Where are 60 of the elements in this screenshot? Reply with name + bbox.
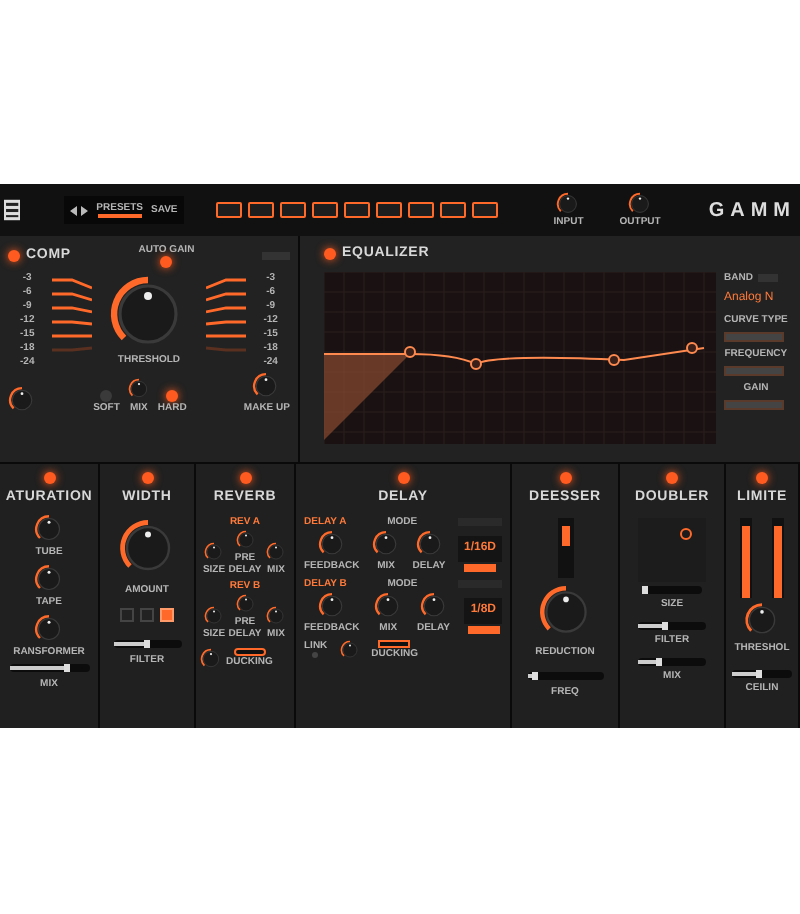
- knob[interactable]: [556, 192, 581, 216]
- knob[interactable]: [317, 529, 346, 557]
- level-meter-icon: [738, 517, 786, 597]
- hard-led[interactable]: [166, 390, 179, 402]
- knob[interactable]: [374, 591, 403, 619]
- sync-button[interactable]: [467, 625, 500, 633]
- slider[interactable]: [638, 657, 706, 665]
- knob[interactable]: [235, 593, 255, 613]
- knob[interactable]: [415, 529, 443, 557]
- power-led[interactable]: [756, 472, 768, 484]
- ducking-toggle[interactable]: [233, 648, 266, 656]
- power-led[interactable]: [397, 472, 409, 484]
- knob[interactable]: [34, 563, 64, 593]
- knob[interactable]: [537, 583, 593, 639]
- power-led[interactable]: [559, 472, 571, 484]
- auto-gain-led[interactable]: [160, 256, 173, 268]
- knob[interactable]: [34, 513, 64, 543]
- knob[interactable]: [200, 647, 222, 669]
- knob[interactable]: [419, 591, 448, 619]
- level-meter-icon: [557, 517, 573, 577]
- knob[interactable]: [127, 378, 150, 400]
- power-led[interactable]: [666, 472, 678, 484]
- module-tab[interactable]: [279, 202, 306, 218]
- power-led[interactable]: [324, 248, 336, 261]
- arrows-icon[interactable]: [70, 205, 89, 215]
- value-field[interactable]: [724, 365, 784, 375]
- value-field[interactable]: [724, 399, 784, 409]
- module-tab[interactable]: [311, 202, 338, 218]
- knob[interactable]: [372, 529, 401, 557]
- knob[interactable]: [8, 386, 36, 414]
- power-led[interactable]: [43, 472, 55, 484]
- module-tab[interactable]: [247, 202, 274, 218]
- knob[interactable]: [204, 541, 224, 561]
- knob[interactable]: [317, 591, 346, 619]
- power-led[interactable]: [141, 472, 153, 484]
- slider[interactable]: [113, 639, 181, 647]
- slider[interactable]: [9, 663, 89, 671]
- knob[interactable]: [252, 372, 281, 400]
- module-tab[interactable]: [375, 202, 402, 218]
- power-led[interactable]: [8, 250, 20, 262]
- knob[interactable]: [204, 605, 224, 625]
- knob[interactable]: [628, 192, 653, 216]
- sync-button[interactable]: [463, 563, 496, 571]
- ducking-toggle[interactable]: [378, 639, 411, 647]
- module-tab[interactable]: [471, 202, 498, 218]
- power-led[interactable]: [239, 472, 251, 484]
- knob[interactable]: [744, 601, 780, 637]
- module-tab[interactable]: [407, 202, 434, 218]
- module-tab[interactable]: [439, 202, 466, 218]
- slider[interactable]: [638, 621, 706, 629]
- knob[interactable]: [235, 529, 255, 549]
- slider[interactable]: [732, 669, 792, 677]
- knob[interactable]: [266, 541, 286, 561]
- knob[interactable]: [266, 605, 286, 625]
- module-tab[interactable]: [343, 202, 370, 218]
- module-tab[interactable]: [215, 202, 242, 218]
- knob[interactable]: [34, 613, 64, 643]
- brand-name: GAMM: [708, 197, 796, 225]
- knob[interactable]: [339, 639, 360, 659]
- value-field[interactable]: [724, 331, 784, 341]
